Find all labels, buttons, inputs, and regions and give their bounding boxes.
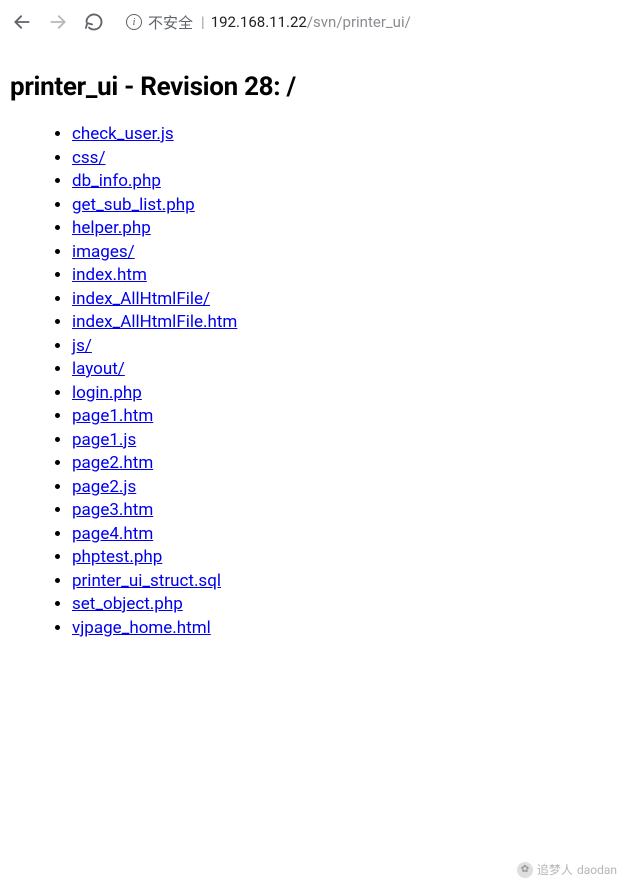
list-item: page4.htm — [72, 524, 615, 544]
address-bar[interactable]: i 不安全 | 192.168.11.22/svn/printer_ui/ — [118, 7, 615, 37]
file-link[interactable]: index.htm — [72, 265, 147, 285]
back-button[interactable] — [10, 10, 34, 34]
list-item: js/ — [72, 336, 615, 356]
watermark-icon: ✿ — [517, 862, 533, 878]
list-item: phptest.php — [72, 547, 615, 567]
file-link[interactable]: page2.htm — [72, 453, 153, 473]
list-item: login.php — [72, 383, 615, 403]
forward-button[interactable] — [46, 10, 70, 34]
page-content: printer_ui - Revision 28: / check_user.j… — [0, 44, 625, 651]
reload-button[interactable] — [82, 10, 106, 34]
file-link[interactable]: set_object.php — [72, 594, 183, 614]
info-icon: i — [126, 14, 142, 30]
file-link[interactable]: page2.js — [72, 477, 136, 497]
file-link[interactable]: index_AllHtmlFile.htm — [72, 312, 237, 332]
watermark: ✿ 追梦人 daodan — [517, 861, 617, 878]
list-item: get_sub_list.php — [72, 195, 615, 215]
list-item: check_user.js — [72, 124, 615, 144]
watermark-text1: 追梦人 — [537, 861, 573, 878]
list-item: page2.js — [72, 477, 615, 497]
file-link[interactable]: login.php — [72, 383, 142, 403]
list-item: index_AllHtmlFile.htm — [72, 312, 615, 332]
list-item: index_AllHtmlFile/ — [72, 289, 615, 309]
file-link[interactable]: page1.htm — [72, 406, 153, 426]
list-item: page1.htm — [72, 406, 615, 426]
directory-listing: check_user.js css/db_info.php get_sub_list… — [10, 124, 615, 638]
file-link[interactable]: page4.htm — [72, 524, 153, 544]
file-link[interactable]: index_AllHtmlFile/ — [72, 289, 210, 309]
file-link[interactable]: vjpage_home.html — [72, 618, 211, 638]
separator-pipe: | — [201, 13, 205, 31]
list-item: db_info.php — [72, 171, 615, 191]
list-item: set_object.php — [72, 594, 615, 614]
browser-toolbar: i 不安全 | 192.168.11.22/svn/printer_ui/ — [0, 0, 625, 44]
list-item: page3.htm — [72, 500, 615, 520]
file-link[interactable]: printer_ui_struct.sql — [72, 571, 221, 591]
list-item: css/ — [72, 148, 615, 168]
list-item: images/ — [72, 242, 615, 262]
list-item: page2.htm — [72, 453, 615, 473]
page-title: printer_ui - Revision 28: / — [10, 72, 615, 102]
file-link[interactable]: images/ — [72, 242, 135, 262]
file-link[interactable]: db_info.php — [72, 171, 161, 191]
insecure-label: 不安全 — [148, 12, 193, 33]
url-host: 192.168.11.22 — [211, 13, 307, 31]
url-text: 192.168.11.22/svn/printer_ui/ — [211, 13, 411, 31]
file-link[interactable]: css/ — [72, 148, 105, 168]
arrow-right-icon — [48, 12, 68, 32]
list-item: printer_ui_struct.sql — [72, 571, 615, 591]
url-path: /svn/printer_ui/ — [307, 13, 411, 31]
list-item: index.htm — [72, 265, 615, 285]
file-link[interactable]: js/ — [72, 336, 92, 356]
arrow-left-icon — [12, 12, 32, 32]
file-link[interactable]: page3.htm — [72, 500, 153, 520]
file-link[interactable]: phptest.php — [72, 547, 162, 567]
file-link[interactable]: get_sub_list.php — [72, 195, 195, 215]
file-link[interactable]: helper.php — [72, 218, 151, 238]
reload-icon — [84, 12, 104, 32]
file-link[interactable]: check_user.js — [72, 124, 174, 144]
watermark-text2: daodan — [577, 863, 617, 877]
file-link[interactable]: page1.js — [72, 430, 136, 450]
list-item: helper.php — [72, 218, 615, 238]
file-link[interactable]: layout/ — [72, 359, 125, 379]
list-item: vjpage_home.html — [72, 618, 615, 638]
list-item: page1.js — [72, 430, 615, 450]
list-item: layout/ — [72, 359, 615, 379]
